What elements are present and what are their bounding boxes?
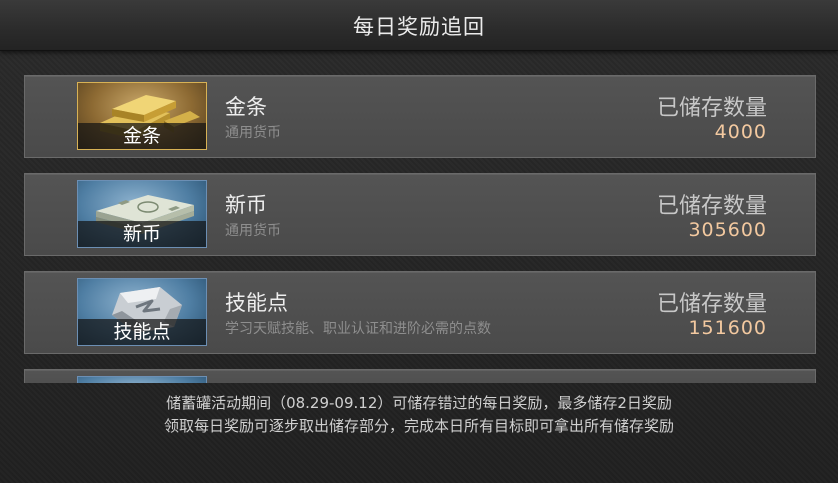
item-description: 学习天赋技能、职业认证和进阶必需的点数 — [225, 321, 491, 337]
reward-card-skill-points[interactable]: 技能点 技能点 学习天赋技能、职业认证和进阶必需的点数 已储存数量 151600 — [24, 271, 816, 354]
title-bar: 每日奖励追回 — [0, 0, 838, 51]
reward-thumbnail — [77, 376, 207, 383]
stored-quantity-label: 已储存数量 — [656, 96, 767, 121]
reward-recovery-screen: 每日奖励追回 金条 金条 通用货币 已储存数量 4000 新币 新币 通用货币 … — [0, 0, 838, 483]
reward-card-coins[interactable]: 新币 新币 通用货币 已储存数量 305600 — [24, 173, 816, 256]
item-name: 金条 — [225, 95, 267, 119]
thumbnail-label: 技能点 — [78, 319, 206, 345]
footer-note-line-2: 领取每日奖励可逐步取出储存部分，完成本日所有目标即可拿出所有储存奖励 — [163, 417, 674, 435]
reward-thumbnail: 金条 — [77, 82, 207, 150]
reward-card-gold[interactable]: 金条 金条 通用货币 已储存数量 4000 — [24, 75, 816, 158]
stored-quantity-value: 4000 — [714, 121, 767, 143]
item-name: 新币 — [225, 193, 267, 217]
thumbnail-label: 金条 — [78, 123, 206, 149]
reward-thumbnail: 技能点 — [77, 278, 207, 346]
reward-thumbnail: 新币 — [77, 180, 207, 248]
item-description: 通用货币 — [225, 125, 281, 141]
item-name: 技能点 — [225, 291, 288, 315]
reward-list[interactable]: 金条 金条 通用货币 已储存数量 4000 新币 新币 通用货币 已储存数量 3… — [24, 75, 816, 383]
page-title: 每日奖励追回 — [353, 15, 485, 39]
footer-note-line-1: 储蓄罐活动期间（08.29-09.12）可储存错过的每日奖励，最多储存2日奖励 — [166, 394, 672, 412]
thumbnail-label: 新币 — [78, 221, 206, 247]
item-description: 通用货币 — [225, 223, 281, 239]
stored-quantity-label: 已储存数量 — [656, 292, 767, 317]
stored-quantity-value: 305600 — [688, 219, 767, 241]
reward-card-partial[interactable] — [24, 369, 816, 383]
stored-quantity-label: 已储存数量 — [656, 194, 767, 219]
stored-quantity-value: 151600 — [688, 317, 767, 339]
